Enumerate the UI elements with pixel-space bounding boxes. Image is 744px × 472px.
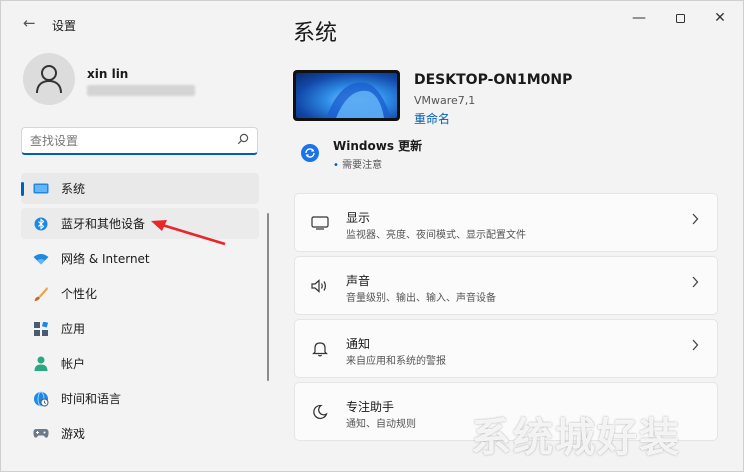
sidebar-item-label: 游戏 (61, 427, 86, 441)
speaker-icon (311, 277, 329, 295)
monitor-icon (311, 214, 329, 232)
search-icon[interactable] (237, 133, 249, 148)
gamepad-icon (33, 426, 49, 442)
person-avatar-icon (36, 65, 62, 94)
sidebar-item-system[interactable]: 系统 (21, 173, 259, 204)
maximize-button[interactable] (662, 7, 698, 29)
sidebar: 系统 蓝牙和其他设备 网络 & Internet 个性化 应用 帐户 时间和语言… (21, 173, 259, 453)
card-sound[interactable]: 声音 音量级别、输出、输入、声音设备 (294, 256, 718, 315)
page-title: 系统 (293, 21, 338, 46)
chevron-right-icon (691, 213, 699, 229)
card-title: 专注助手 (346, 400, 395, 414)
back-button[interactable]: ← (23, 14, 36, 32)
sidebar-item-label: 应用 (61, 322, 86, 336)
sidebar-item-personalization[interactable]: 个性化 (21, 278, 259, 309)
sidebar-item-label: 时间和语言 (61, 392, 122, 406)
minimize-button[interactable]: — (621, 7, 657, 29)
system-display-icon (33, 181, 49, 197)
search-input[interactable] (30, 133, 237, 148)
sidebar-item-gaming[interactable]: 游戏 (21, 418, 259, 449)
avatar[interactable] (23, 53, 75, 105)
user-email-redacted (87, 85, 195, 96)
wallpaper-image (296, 73, 397, 118)
search-box[interactable] (21, 127, 258, 155)
card-subtitle: 来自应用和系统的警报 (346, 356, 446, 367)
card-subtitle: 通知、自动规则 (346, 419, 416, 430)
sidebar-scrollbar[interactable] (267, 213, 269, 381)
settings-window: ← 设置 — ✕ xin lin 系统 蓝牙和其他设备 (0, 0, 744, 472)
annotation-arrow-icon (151, 220, 226, 246)
device-thumbnail (293, 70, 400, 121)
moon-icon (311, 403, 329, 421)
card-title: 通知 (346, 337, 371, 351)
sidebar-item-label: 帐户 (61, 357, 86, 371)
device-model: VMware7,1 (414, 94, 476, 107)
sidebar-item-label: 个性化 (61, 287, 98, 301)
card-subtitle: 音量级别、输出、输入、声音设备 (346, 293, 496, 304)
close-button[interactable]: ✕ (702, 7, 738, 29)
sidebar-item-label: 系统 (61, 182, 86, 196)
chevron-right-icon (691, 339, 699, 355)
globe-clock-icon (33, 391, 49, 407)
sidebar-item-apps[interactable]: 应用 (21, 313, 259, 344)
sidebar-item-accounts[interactable]: 帐户 (21, 348, 259, 379)
status-dot-icon: • (333, 160, 339, 171)
apps-icon (33, 321, 49, 337)
sidebar-item-time-language[interactable]: 时间和语言 (21, 383, 259, 414)
wifi-icon (33, 251, 49, 267)
sidebar-item-label: 蓝牙和其他设备 (61, 217, 146, 231)
sidebar-item-network[interactable]: 网络 & Internet (21, 243, 259, 274)
windows-update-status: • 需要注意 (333, 156, 382, 171)
watermark: 系统城好装 (471, 415, 681, 461)
sidebar-item-label: 网络 & Internet (61, 252, 150, 266)
app-title: 设置 (52, 19, 77, 33)
bluetooth-icon (33, 216, 49, 232)
maximize-icon (675, 13, 685, 23)
windows-update-status-text: 需要注意 (342, 160, 383, 171)
rename-link[interactable]: 重命名 (414, 110, 450, 127)
card-subtitle: 监视器、亮度、夜间模式、显示配置文件 (346, 230, 526, 241)
chevron-right-icon (691, 276, 699, 292)
windows-update-icon[interactable] (301, 144, 319, 162)
card-notifications[interactable]: 通知 来自应用和系统的警报 (294, 319, 718, 378)
windows-update-title[interactable]: Windows 更新 (333, 137, 422, 154)
person-icon (33, 356, 49, 372)
card-title: 显示 (346, 211, 371, 225)
card-display[interactable]: 显示 监视器、亮度、夜间模式、显示配置文件 (294, 193, 718, 252)
user-name: xin lin (87, 67, 129, 81)
bell-icon (311, 340, 329, 358)
card-title: 声音 (346, 274, 371, 288)
device-name: DESKTOP-ON1M0NP (414, 72, 573, 88)
windows-bloom-icon (326, 82, 391, 118)
brush-icon (33, 286, 49, 302)
